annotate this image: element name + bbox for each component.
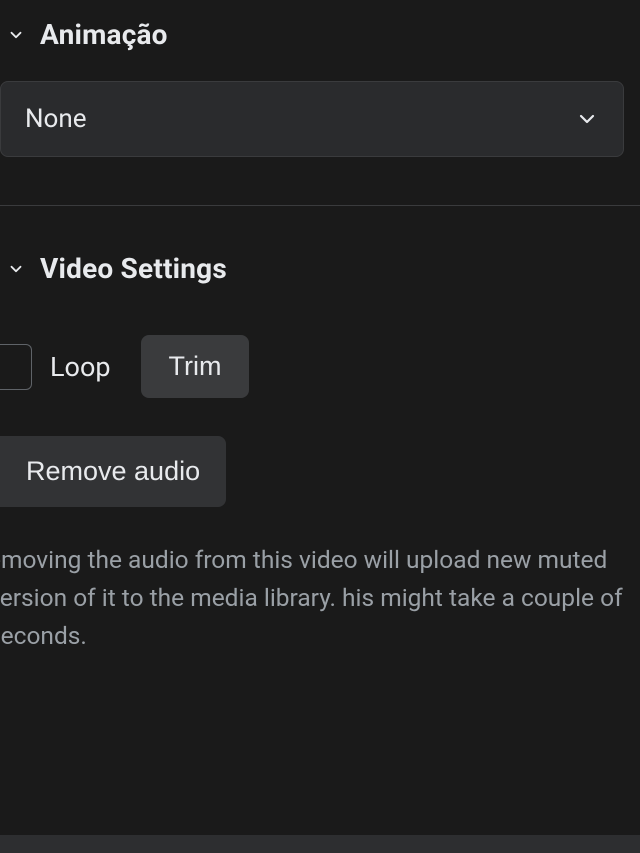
chevron-down-icon bbox=[6, 259, 26, 279]
trim-button[interactable]: Trim bbox=[141, 335, 250, 398]
loop-label[interactable]: Loop bbox=[50, 351, 111, 383]
remove-audio-help-text: emoving the audio from this video will u… bbox=[0, 541, 640, 655]
video-settings-section-header[interactable]: Video Settings bbox=[0, 234, 640, 303]
chevron-down-icon bbox=[575, 107, 599, 131]
animation-dropdown[interactable]: None bbox=[0, 81, 624, 157]
animation-section-header[interactable]: Animação bbox=[0, 0, 640, 69]
section-divider bbox=[0, 205, 640, 206]
bottom-bar bbox=[0, 835, 640, 853]
animation-dropdown-value: None bbox=[25, 104, 87, 134]
animation-title: Animação bbox=[40, 18, 168, 51]
remove-audio-button[interactable]: Remove audio bbox=[0, 436, 226, 507]
chevron-down-icon bbox=[6, 25, 26, 45]
loop-checkbox[interactable] bbox=[0, 344, 32, 390]
video-settings-title: Video Settings bbox=[40, 252, 227, 285]
